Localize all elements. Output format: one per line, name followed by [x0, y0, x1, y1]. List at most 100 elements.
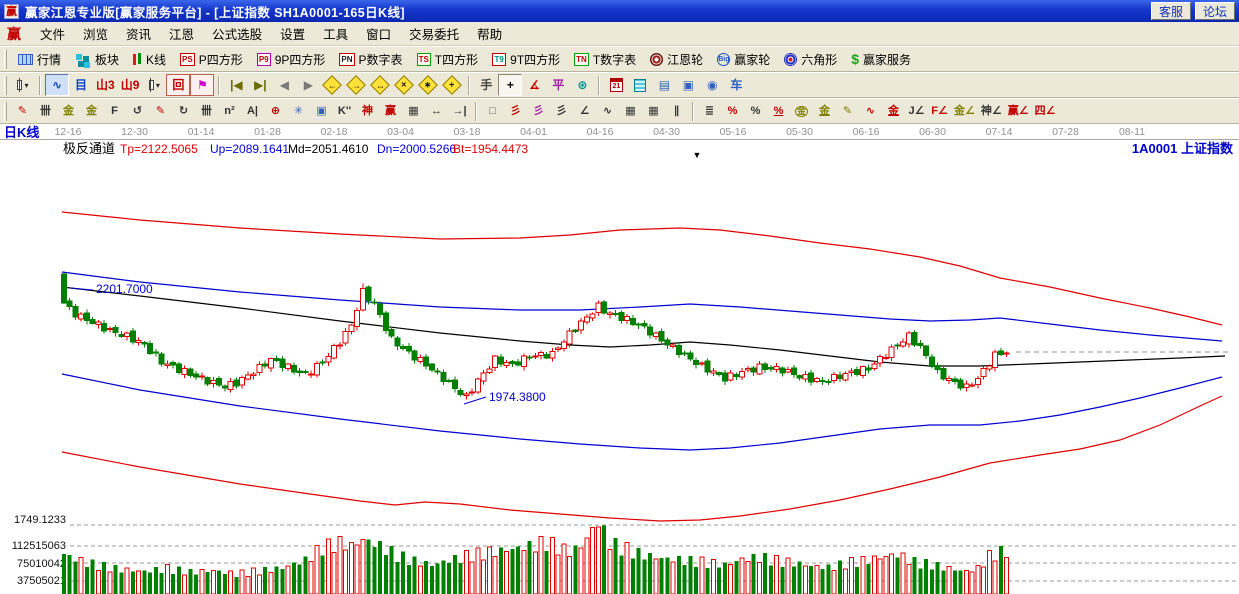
- shen-angle-button[interactable]: 神∠: [978, 100, 1005, 122]
- win-angle-button[interactable]: 赢∠: [1005, 100, 1032, 122]
- customer-service-button[interactable]: 客服: [1151, 2, 1191, 20]
- trend-wave-button[interactable]: ∿: [45, 74, 69, 96]
- menu-formula-stock-pick[interactable]: 公式选股: [203, 21, 271, 46]
- bars-3-button[interactable]: 山3: [93, 74, 118, 96]
- menu-tools[interactable]: 工具: [314, 21, 357, 46]
- indicator-name[interactable]: 极反通道: [63, 141, 115, 156]
- p-square-button[interactable]: PSP四方形: [173, 48, 250, 70]
- k-quote-button[interactable]: K'': [333, 100, 356, 122]
- percent-level-button[interactable]: %: [767, 100, 790, 122]
- percent-line-button[interactable]: %: [721, 100, 744, 122]
- fan-box-dark-button[interactable]: 彡: [550, 100, 573, 122]
- parallel-lines-button[interactable]: ∥: [665, 100, 688, 122]
- pan-hand-button[interactable]: 手: [474, 74, 498, 96]
- to-bar-button[interactable]: →|: [448, 100, 471, 122]
- maze-button[interactable]: 回: [166, 74, 190, 96]
- prev-page-button[interactable]: ◀: [272, 74, 296, 96]
- box-tool-button[interactable]: □: [481, 100, 504, 122]
- chart-area[interactable]: 12-1612-3001-1401-2802-1803-0403-1804-01…: [0, 124, 1239, 594]
- knot-button[interactable]: ⊛: [570, 74, 594, 96]
- toolbar-grip[interactable]: [4, 50, 7, 69]
- first-page-button[interactable]: |◀: [224, 74, 248, 96]
- grid-lines-button[interactable]: 卌: [34, 100, 57, 122]
- draw-pencil-button[interactable]: ✎: [11, 100, 34, 122]
- angle-lines-button[interactable]: ∠: [573, 100, 596, 122]
- calculator-button[interactable]: [628, 74, 652, 96]
- note-button[interactable]: 目: [69, 74, 93, 96]
- gann-wheel-button[interactable]: 江恩轮: [643, 48, 710, 70]
- diamond-star-button[interactable]: ∗: [416, 74, 440, 96]
- hexagon-button[interactable]: 六角形: [777, 48, 844, 70]
- n-squared-button[interactable]: n²: [218, 100, 241, 122]
- angle-mirror-button[interactable]: A|: [241, 100, 264, 122]
- trade-cart-button[interactable]: 车: [724, 74, 748, 96]
- golden-circle-button[interactable]: 金: [790, 100, 813, 122]
- brush-gold-button[interactable]: ✎: [836, 100, 859, 122]
- grid-button[interactable]: ▦: [619, 100, 642, 122]
- menu-trade-order[interactable]: 交易委托: [400, 21, 468, 46]
- wave-red-button[interactable]: ∿: [859, 100, 882, 122]
- sectors-button[interactable]: 板块: [68, 48, 126, 70]
- t9-square-button[interactable]: T99T四方形: [485, 48, 567, 70]
- scale-ruler-button[interactable]: ≣: [698, 100, 721, 122]
- last-page-button[interactable]: ▶|: [248, 74, 272, 96]
- f-angle-button[interactable]: F∠: [928, 100, 951, 122]
- menu-file[interactable]: 文件: [31, 21, 74, 46]
- grid-123-button[interactable]: ▦: [402, 100, 425, 122]
- golden-line-2-button[interactable]: 金: [80, 100, 103, 122]
- h-extent-button[interactable]: ↔: [425, 100, 448, 122]
- protractor-button[interactable]: ∡: [522, 74, 546, 96]
- candle-style-dropdown[interactable]: ▾: [142, 74, 166, 96]
- toolbar-grip[interactable]: [4, 76, 7, 95]
- diamond-h-expand-button[interactable]: ↔: [368, 74, 392, 96]
- menu-window[interactable]: 窗口: [357, 21, 400, 46]
- menu-browse[interactable]: 浏览: [74, 21, 117, 46]
- p9-square-button[interactable]: P99P四方形: [250, 48, 333, 70]
- fibonacci-line-button[interactable]: F: [103, 100, 126, 122]
- diamond-cross-button[interactable]: +: [440, 74, 464, 96]
- diamond-diagonal-button[interactable]: ×: [392, 74, 416, 96]
- p-number-table-button[interactable]: PNP数字表: [332, 48, 409, 70]
- pencil-lines-button[interactable]: ✎: [149, 100, 172, 122]
- golden-level-button[interactable]: 金: [813, 100, 836, 122]
- save-button[interactable]: ▣: [676, 74, 700, 96]
- menu-help[interactable]: 帮助: [468, 21, 511, 46]
- menu-settings[interactable]: 设置: [271, 21, 314, 46]
- web-button[interactable]: ◉: [700, 74, 724, 96]
- four-angle-button[interactable]: 四∠: [1032, 100, 1059, 122]
- shen-lines-button[interactable]: 神: [356, 100, 379, 122]
- toolbar-grip[interactable]: [4, 102, 7, 121]
- target-button[interactable]: ⊕: [264, 100, 287, 122]
- next-page-button[interactable]: ▶: [296, 74, 320, 96]
- notepad-button[interactable]: ▤: [652, 74, 676, 96]
- kline-button[interactable]: K线: [126, 48, 173, 70]
- chart-svg[interactable]: 12-1612-3001-1401-2802-1803-0403-1804-01…: [0, 124, 1239, 594]
- flag-chart-button[interactable]: ⚑: [190, 74, 214, 96]
- gann-fan-button[interactable]: 彡: [504, 100, 527, 122]
- forum-button[interactable]: 论坛: [1195, 2, 1235, 20]
- star-button[interactable]: ✳: [287, 100, 310, 122]
- diamond-right-button[interactable]: →: [344, 74, 368, 96]
- grid-arrow-button[interactable]: ▦: [642, 100, 665, 122]
- ruler-lines-button[interactable]: 卌: [195, 100, 218, 122]
- gold-red-level-button[interactable]: 金: [882, 100, 905, 122]
- menu-news[interactable]: 资讯: [117, 21, 160, 46]
- gold-angle-button[interactable]: 金∠: [951, 100, 978, 122]
- winner-service-button[interactable]: $赢家服务: [844, 48, 918, 70]
- kline-period-dropdown[interactable]: ▾: [11, 74, 35, 96]
- golden-line-1-button[interactable]: 金: [57, 100, 80, 122]
- quotes-button[interactable]: 行情: [11, 48, 68, 70]
- crosshair-button[interactable]: +: [498, 74, 522, 96]
- zigzag-button[interactable]: ∿: [596, 100, 619, 122]
- j-angle-button[interactable]: J∠: [905, 100, 928, 122]
- diamond-left-button[interactable]: ←: [320, 74, 344, 96]
- bars-9-button[interactable]: 山9: [118, 74, 143, 96]
- fan-box-purple-button[interactable]: 彡: [527, 100, 550, 122]
- winner-wheel-button[interactable]: Big赢家轮: [710, 48, 777, 70]
- calendar-button[interactable]: 21: [604, 74, 628, 96]
- percent-button[interactable]: %: [744, 100, 767, 122]
- box-star-button[interactable]: ▣: [310, 100, 333, 122]
- spiral-5-button[interactable]: ↺: [126, 100, 149, 122]
- t-number-table-button[interactable]: TNT数字表: [567, 48, 643, 70]
- menu-gann[interactable]: 江恩: [160, 21, 203, 46]
